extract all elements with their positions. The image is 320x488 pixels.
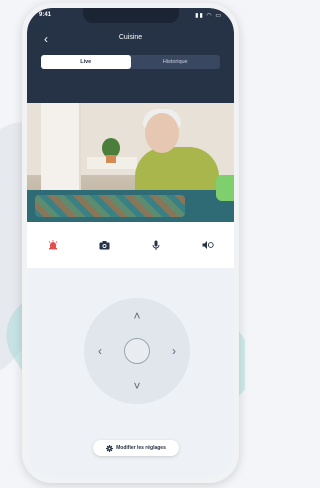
tab-bar: Live Historique — [41, 55, 220, 69]
action-bar — [27, 222, 234, 268]
video-curtain — [41, 103, 81, 195]
video-pot — [106, 155, 116, 163]
microphone-icon — [152, 240, 160, 250]
video-puzzle — [35, 195, 185, 217]
pan-left-button[interactable]: ‹ — [92, 343, 108, 359]
gear-icon — [106, 444, 114, 452]
speaker-icon — [202, 241, 214, 249]
video-person-head — [145, 113, 179, 153]
modify-settings-label: Modifier les réglages — [116, 445, 166, 451]
alarm-icon — [48, 240, 58, 250]
snapshot-button[interactable] — [95, 235, 115, 255]
tab-historique[interactable]: Historique — [131, 55, 221, 69]
camera-icon — [99, 241, 110, 250]
camera-direction-pad: ˄ ˅ ‹ › — [84, 298, 190, 404]
dpad-center-button[interactable] — [124, 338, 150, 364]
phone-notch — [82, 8, 179, 23]
video-cup — [216, 175, 234, 201]
pan-down-button[interactable]: ˅ — [129, 378, 145, 394]
pan-up-button[interactable]: ˄ — [129, 308, 145, 324]
app-header: 9:41 ▮▮ ◠ ▭ ‹ Cuisine Live Historique — [27, 8, 234, 103]
status-time: 9:41 — [39, 12, 52, 18]
live-video-feed — [27, 103, 234, 222]
speaker-button[interactable] — [198, 235, 218, 255]
phone-frame: 9:41 ▮▮ ◠ ▭ ‹ Cuisine Live Historique ˄ … — [22, 3, 239, 483]
modify-settings-button[interactable]: Modifier les réglages — [93, 440, 179, 456]
pan-right-button[interactable]: › — [166, 343, 182, 359]
page-title: Cuisine — [118, 34, 143, 41]
microphone-button[interactable] — [146, 235, 166, 255]
app-screen: 9:41 ▮▮ ◠ ▭ ‹ Cuisine Live Historique ˄ … — [27, 8, 234, 478]
alarm-button[interactable] — [43, 235, 63, 255]
status-icons: ▮▮ ◠ ▭ — [195, 13, 222, 19]
tab-live[interactable]: Live — [41, 55, 131, 69]
